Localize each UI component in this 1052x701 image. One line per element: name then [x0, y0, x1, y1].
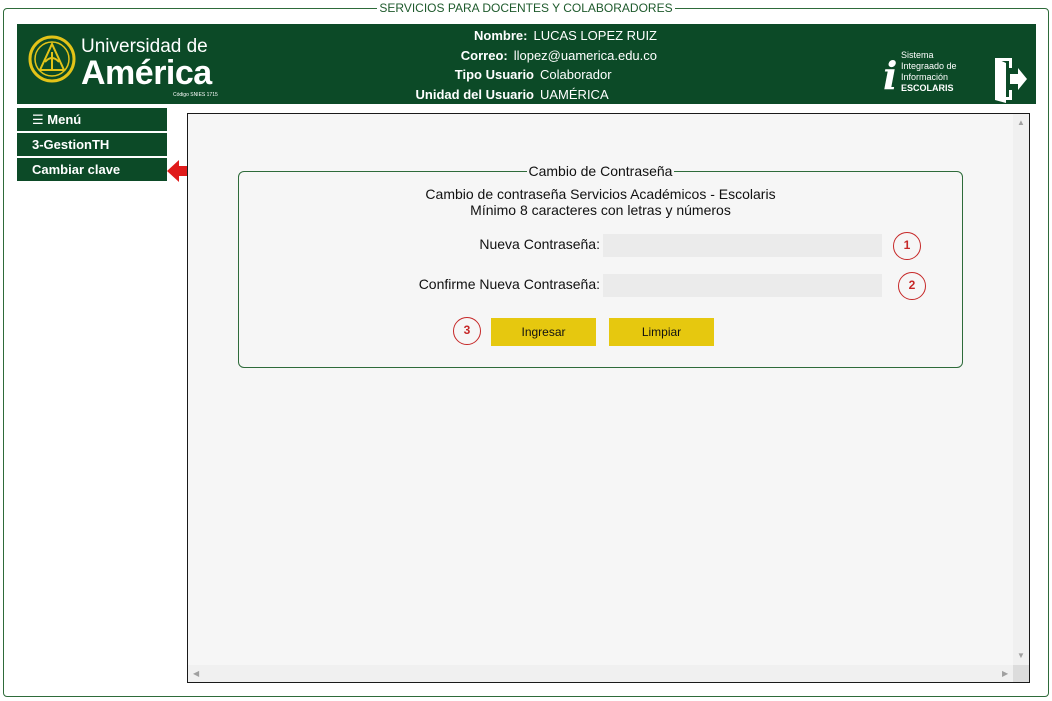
- university-logo[interactable]: Universidad de América Código SNIES 1715: [27, 34, 218, 100]
- user-email-value: llopez@uamerica.edu.co: [513, 47, 657, 63]
- description-line-2: Mínimo 8 caracteres con letras y números: [470, 202, 731, 218]
- content-panel: Cambio de Contraseña Cambio de contraseñ…: [187, 113, 1030, 683]
- form-legend: Cambio de Contraseña: [526, 163, 675, 179]
- description-line-1: Cambio de contraseña Servicios Académico…: [425, 186, 776, 202]
- confirm-password-input[interactable]: [603, 274, 882, 297]
- user-unit-value: UAMÉRICA: [540, 86, 609, 102]
- scrollbar-corner: [1013, 665, 1029, 682]
- logo-line-3: Código SNIES 1715: [173, 92, 218, 98]
- sidebar-item-menu[interactable]: ☰ Menú: [17, 108, 167, 131]
- header-bar: Universidad de América Código SNIES 1715…: [17, 24, 1036, 104]
- ingresar-button[interactable]: Ingresar: [491, 318, 596, 346]
- scroll-up-icon[interactable]: ▲: [1017, 119, 1025, 127]
- scroll-down-icon[interactable]: ▼: [1017, 652, 1025, 660]
- logout-icon[interactable]: [992, 54, 1028, 104]
- user-name-row: Nombre: LUCAS LOPEZ RUIZ: [407, 26, 657, 46]
- frame-title: SERVICIOS PARA DOCENTES Y COLABORADORES: [377, 1, 675, 15]
- user-email-row: Correo: llopez@uamerica.edu.co: [407, 46, 657, 66]
- user-name-value: LUCAS LOPEZ RUIZ: [533, 28, 657, 43]
- limpiar-button[interactable]: Limpiar: [609, 318, 714, 346]
- change-password-form: Cambio de Contraseña Cambio de contraseñ…: [238, 163, 963, 368]
- callout-2-badge: 2: [898, 272, 926, 300]
- user-type-row: Tipo Usuario Colaborador: [407, 65, 657, 85]
- sidebar-item-gestionth[interactable]: 3-GestionTH: [17, 133, 167, 156]
- callout-1-badge: 1: [893, 232, 921, 260]
- callout-3-badge: 3: [453, 317, 481, 345]
- user-type-value: Colaborador: [540, 67, 612, 82]
- user-email-label: Correo:: [460, 47, 508, 63]
- badge-line-1: Sistema: [901, 50, 934, 60]
- badge-line-4: ESCOLARIS: [901, 83, 954, 93]
- scroll-left-icon[interactable]: ◀: [193, 670, 199, 678]
- university-emblem-icon: [28, 35, 76, 83]
- form-description: Cambio de contraseña Servicios Académico…: [239, 186, 962, 218]
- escolaris-badge: i Sistema Integraado de Información ESCO…: [881, 50, 961, 100]
- info-icon: i: [883, 53, 898, 98]
- user-unit-label: Unidad del Usuario: [415, 86, 534, 102]
- user-type-label: Tipo Usuario: [454, 67, 534, 82]
- vertical-scrollbar[interactable]: ▲ ▼: [1013, 114, 1029, 666]
- horizontal-scrollbar[interactable]: ◀ ▶: [188, 665, 1015, 682]
- user-info: Nombre: LUCAS LOPEZ RUIZ Correo: llopez@…: [407, 26, 657, 104]
- confirm-password-label: Confirme Nueva Contraseña:: [418, 276, 600, 292]
- badge-line-3: Información: [901, 72, 949, 82]
- sidebar-item-cambiar-clave[interactable]: Cambiar clave: [17, 158, 167, 181]
- scroll-right-icon[interactable]: ▶: [1002, 670, 1008, 678]
- logo-line-2: América: [81, 54, 212, 92]
- user-unit-row: Unidad del Usuario UAMÉRICA: [407, 85, 657, 105]
- new-password-label: Nueva Contraseña:: [479, 236, 600, 252]
- user-name-label: Nombre:: [474, 28, 528, 43]
- badge-line-2: Integraado de: [901, 61, 957, 71]
- new-password-input[interactable]: [603, 234, 882, 257]
